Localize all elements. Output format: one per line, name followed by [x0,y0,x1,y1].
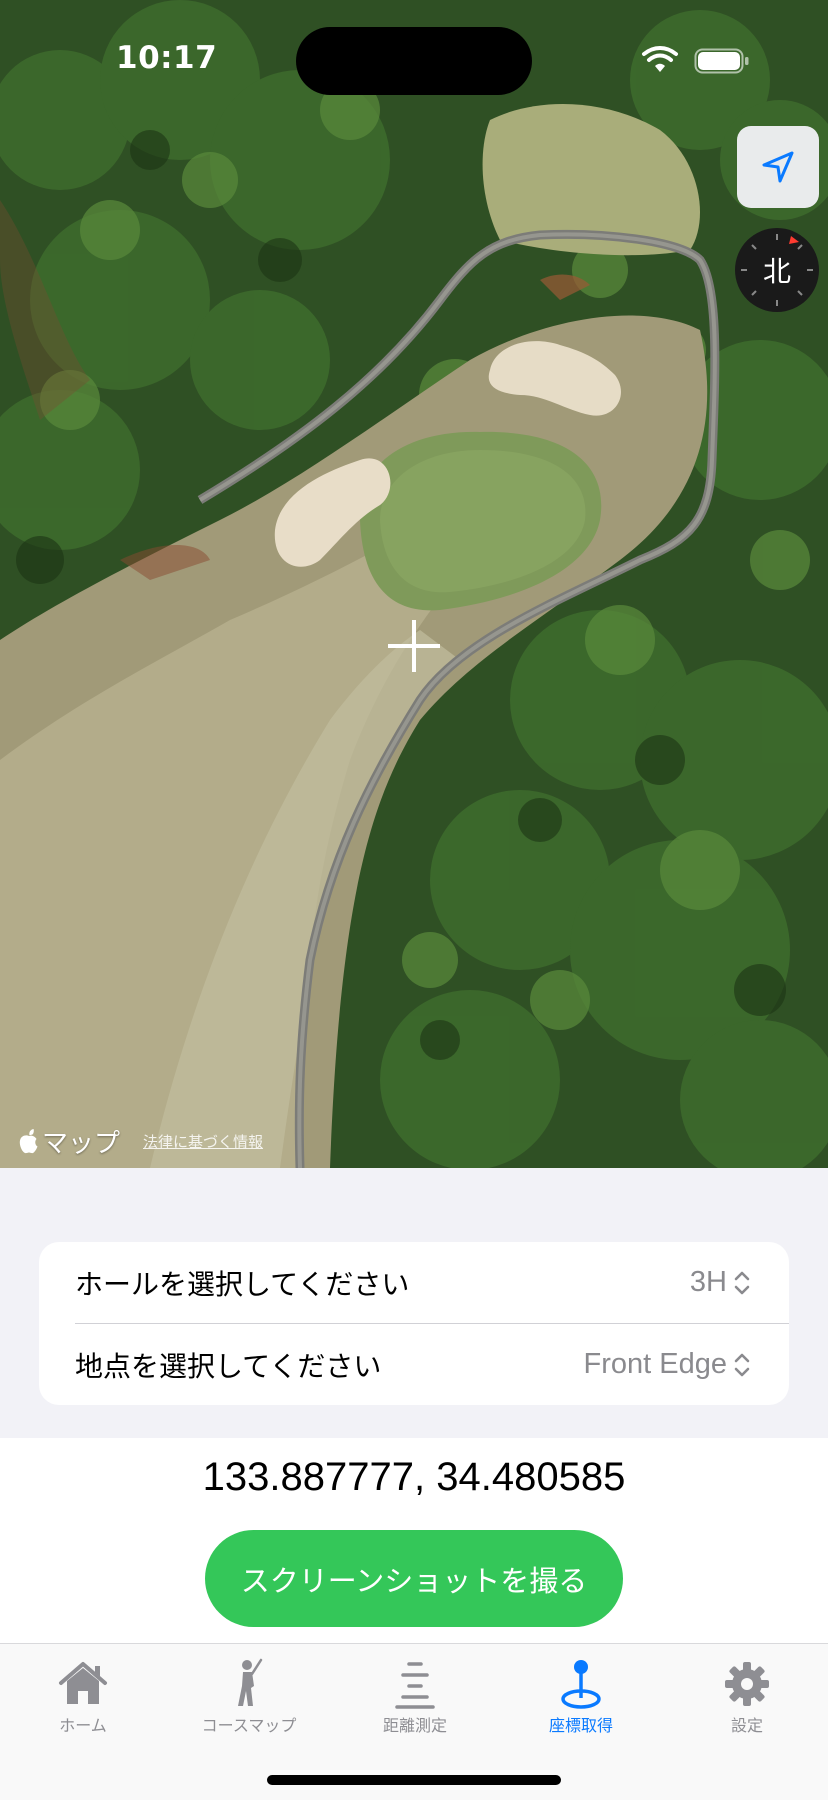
location-pin-icon [561,1660,601,1709]
tab-course-map-label: コースマップ [201,1716,297,1735]
tab-coordinates[interactable]: 座標取得 [498,1644,664,1744]
hole-selector-value[interactable]: 3H [690,1266,727,1299]
screenshot-button[interactable]: スクリーンショットを撮る [205,1530,623,1627]
point-selector-row[interactable]: 地点を選択してください Front Edge [39,1324,789,1405]
hole-selector-row[interactable]: ホールを選択してください 3H [39,1242,789,1323]
apple-logo-icon [19,1128,38,1153]
chevron-up-down-icon [734,1271,750,1294]
hole-selector-label: ホールを選択してください [75,1267,410,1301]
location-arrow-icon [762,151,794,183]
point-selector-value[interactable]: Front Edge [584,1348,727,1381]
current-location-button[interactable] [737,126,819,208]
crosshair-icon [388,620,440,672]
distance-lines-icon [395,1662,435,1709]
status-time: 10:17 [116,40,218,76]
tab-distance-label: 距離測定 [382,1716,447,1735]
tab-settings-label: 設定 [730,1716,763,1735]
satellite-map[interactable]: 10:17 北 マップ 法律に基づく情報 [0,0,828,1168]
selector-card: ホールを選択してください 3H 地点を選択してください Front Edge [39,1242,789,1405]
wifi-icon [642,46,678,72]
home-indicator [267,1775,561,1785]
tab-home[interactable]: ホーム [0,1644,166,1744]
chevron-up-down-icon [734,1353,750,1376]
tab-distance[interactable]: 距離測定 [332,1644,498,1744]
golfer-icon [238,1658,263,1706]
tab-home-label: ホーム [59,1716,107,1735]
tab-coordinates-label: 座標取得 [548,1716,613,1735]
maps-attribution: マップ [42,1129,121,1159]
apple-maps-logo: マップ [18,1123,120,1160]
battery-icon [694,48,749,74]
legal-info-link[interactable]: 法律に基づく情報 [143,1131,263,1152]
tab-settings[interactable]: 設定 [664,1644,828,1744]
compass[interactable]: 北 [735,228,819,312]
map-terrain [0,0,828,1168]
point-selector-label: 地点を選択してください [75,1349,382,1383]
compass-north-label: 北 [762,255,791,288]
coordinates-text: 133.887777, 34.480585 [202,1455,626,1499]
house-icon [59,1662,107,1704]
tab-course-map[interactable]: コースマップ [166,1644,332,1744]
gear-icon [725,1662,769,1706]
dynamic-island [296,27,532,95]
